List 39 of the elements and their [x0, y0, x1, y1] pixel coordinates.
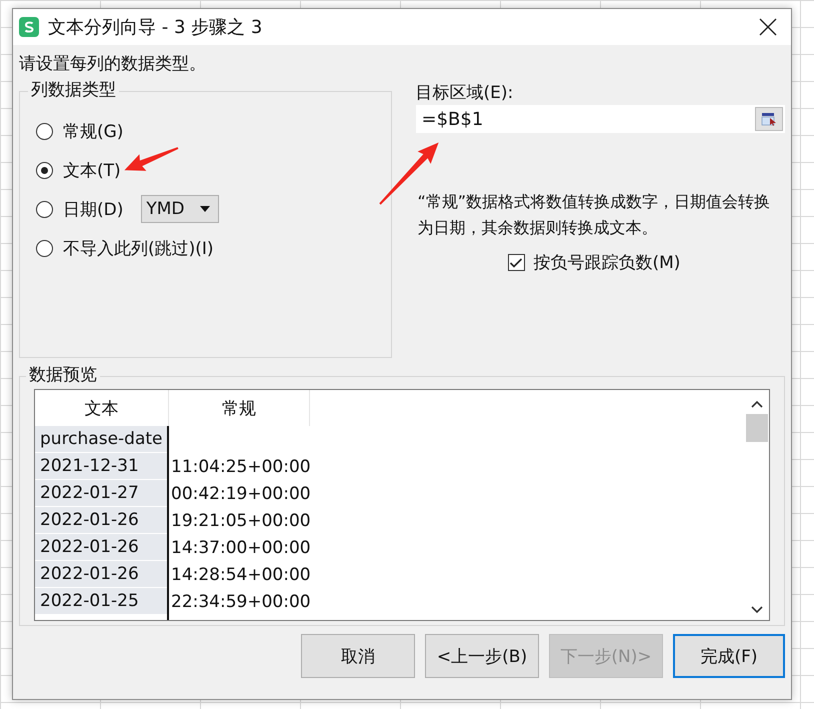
table-cell: 2022-01-27 [35, 480, 167, 507]
date-format-dropdown[interactable]: YMD [141, 195, 220, 223]
option-label[interactable]: 常规(G) [63, 120, 124, 142]
dialog-button[interactable]: 完成(F) [673, 634, 785, 678]
radio-button[interactable] [36, 200, 53, 218]
table-cell-text: 00:42:19+00:00 [170, 482, 307, 506]
option-label[interactable]: 不导入此列(跳过)(I) [63, 236, 214, 260]
option-label[interactable]: 日期(D) [63, 198, 124, 220]
option-label[interactable]: 文本(T) [63, 158, 121, 182]
radio-button[interactable] [36, 240, 53, 256]
table-cell-text: 14:28:54+00:00 [170, 564, 307, 586]
table-cell: purchase-date [35, 426, 167, 453]
table-cell-text: 22:34:59+00:00 [170, 590, 307, 614]
table-cell: 2022-01-25 [35, 588, 167, 615]
dialog-button[interactable]: <上一步(B) [425, 634, 539, 678]
column-header[interactable]: 常规 [169, 390, 310, 426]
table-cell: 2021-12-31 [35, 453, 167, 480]
checkbox-label[interactable]: 按负号跟踪负数(M) [534, 251, 680, 274]
range-select-icon [761, 112, 777, 126]
annotation-arrow [124, 147, 178, 171]
table-cell-text: 11:04:25+00:00 [170, 456, 307, 478]
destination-field[interactable]: =$B$1 [416, 105, 785, 133]
caret-icon [200, 206, 210, 212]
table-cell: 2022-01-26 [35, 534, 167, 561]
radio-button[interactable] [36, 162, 53, 178]
table-cell-text: 19:21:05+00:00 [170, 510, 307, 532]
dialog-button[interactable]: 取消 [301, 634, 415, 678]
table-cell-text: 14:37:00+00:00 [170, 536, 307, 560]
app-logo-icon [19, 17, 39, 37]
range-select-button[interactable] [755, 107, 783, 131]
instruction-text: 请设置每列的数据类型。 [19, 53, 207, 76]
checkbox[interactable] [508, 254, 524, 271]
table-cell: 2022-01-26 [35, 561, 167, 588]
table-cell: 2022-01-26 [35, 507, 167, 534]
close-icon[interactable] [759, 18, 777, 36]
radio-button[interactable] [36, 122, 53, 140]
window-title: 文本分列向导 - 3 步骤之 3 [48, 16, 264, 39]
field-label: 目标区域(E): [416, 82, 514, 105]
description-text: “常规”数据格式将数值转换成数字，日期值会转换为日期，其余数据则转换成文本。 [416, 191, 772, 239]
